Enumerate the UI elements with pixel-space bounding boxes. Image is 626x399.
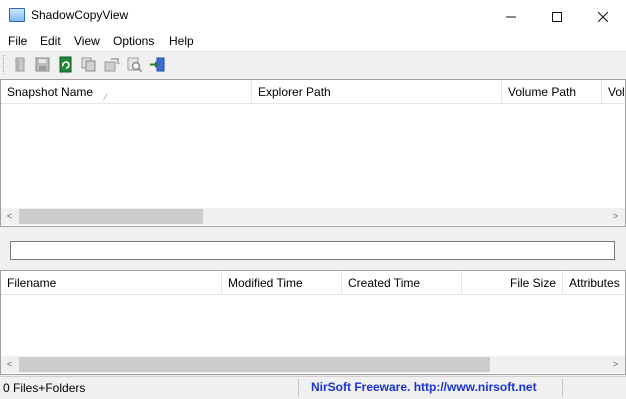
sort-indicator-icon: ⁄ (105, 92, 107, 102)
refresh-button[interactable] (57, 56, 74, 73)
column-filename[interactable]: Filename (1, 271, 222, 295)
copy-button[interactable] (80, 56, 97, 73)
scroll-left-icon[interactable]: < (1, 356, 18, 373)
file-list[interactable]: Filename Modified Time Created Time File… (0, 270, 626, 375)
snapshot-list[interactable]: Snapshot Name ⁄ Explorer Path Volume Pat… (0, 79, 626, 227)
toolbar (0, 52, 626, 77)
exit-button[interactable] (149, 56, 166, 73)
close-icon (597, 11, 609, 22)
nirsoft-link[interactable]: NirSoft Freeware. http://www.nirsoft.net (311, 380, 537, 394)
scroll-right-icon[interactable]: > (607, 208, 624, 225)
minimize-button[interactable] (488, 0, 534, 31)
scroll-right-icon[interactable]: > (607, 356, 624, 373)
path-field[interactable] (10, 241, 615, 260)
save-icon (35, 57, 50, 72)
properties-icon (15, 57, 25, 72)
close-button[interactable] (580, 0, 626, 31)
scroll-left-icon[interactable]: < (1, 208, 18, 225)
menu-file[interactable]: File (8, 34, 27, 48)
menu-options[interactable]: Options (113, 34, 154, 48)
column-modified-time[interactable]: Modified Time (222, 271, 342, 295)
copy-icon (81, 57, 96, 72)
column-label: File Size (509, 276, 556, 290)
file-list-header: Filename Modified Time Created Time File… (1, 271, 625, 295)
snapshot-list-header: Snapshot Name ⁄ Explorer Path Volume Pat… (1, 80, 625, 104)
column-vol[interactable]: Vol (602, 80, 625, 104)
column-explorer-path[interactable]: Explorer Path (252, 80, 502, 104)
menu-view[interactable]: View (74, 34, 100, 48)
item-count: 0 Files+Folders (3, 381, 86, 395)
menu-help[interactable]: Help (169, 34, 194, 48)
app-icon (9, 8, 25, 22)
column-label: Filename (7, 276, 57, 290)
copy-files-icon (104, 58, 120, 72)
window-title: ShadowCopyView (31, 8, 129, 22)
snapshot-horizontal-scrollbar[interactable]: < > (1, 208, 625, 225)
refresh-icon (59, 56, 72, 73)
column-label: Volume Path (508, 85, 577, 99)
column-label: Modified Time (228, 276, 303, 290)
file-horizontal-scrollbar[interactable]: < > (1, 356, 625, 373)
column-label: Explorer Path (258, 85, 331, 99)
title-bar: ShadowCopyView (0, 0, 626, 31)
column-label: Vol (608, 85, 625, 99)
column-volume-path[interactable]: Volume Path (502, 80, 602, 104)
save-button[interactable] (34, 56, 51, 73)
column-label: Snapshot Name (7, 85, 94, 99)
status-divider (562, 379, 563, 397)
copy-files-button[interactable] (103, 56, 120, 73)
status-bar: 0 Files+Folders NirSoft Freeware. http:/… (0, 376, 626, 399)
toolbar-grip[interactable] (3, 55, 6, 74)
find-icon (127, 57, 143, 73)
scrollbar-thumb[interactable] (19, 357, 490, 372)
maximize-button[interactable] (534, 0, 580, 31)
maximize-icon (552, 11, 562, 22)
properties-button[interactable] (12, 56, 29, 73)
exit-icon (150, 57, 165, 72)
scrollbar-thumb[interactable] (19, 209, 203, 224)
column-label: Created Time (348, 276, 421, 290)
minimize-icon (506, 16, 516, 18)
menu-edit[interactable]: Edit (40, 34, 61, 48)
status-divider (298, 379, 299, 397)
column-file-size[interactable]: File Size (462, 271, 563, 295)
menu-bar: File Edit View Options Help (0, 31, 626, 52)
column-snapshot-name[interactable]: Snapshot Name ⁄ (1, 80, 252, 104)
column-created-time[interactable]: Created Time (342, 271, 462, 295)
column-label: Attributes (569, 276, 620, 290)
find-button[interactable] (126, 56, 143, 73)
column-attributes[interactable]: Attributes (563, 271, 625, 295)
